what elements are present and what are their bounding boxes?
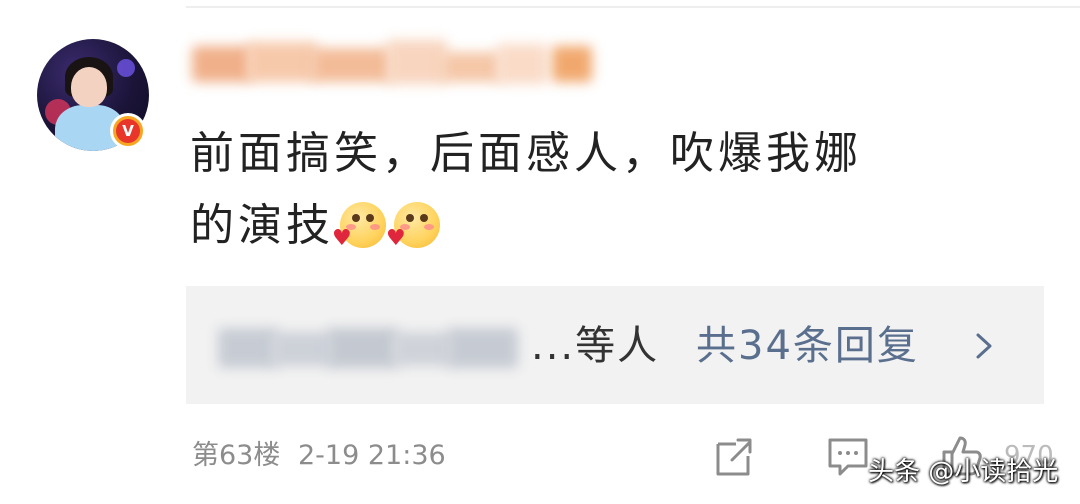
reply-count-link[interactable]: 共34条回复 xyxy=(696,320,919,372)
top-divider xyxy=(186,6,1080,8)
comment-line-2-text: 的演技 xyxy=(190,200,334,251)
comment-line-2: 的演技 ♥ ♥ xyxy=(190,190,1010,262)
heart-eyes-emoji-icon: ♥ xyxy=(386,200,442,250)
reply-suffix: ...等人 xyxy=(531,323,660,369)
verified-badge-icon: V xyxy=(110,113,146,149)
username-blurred[interactable] xyxy=(192,38,612,90)
comment-text: 前面搞笑，后面感人，吹爆我娜 的演技 ♥ ♥ xyxy=(190,118,1010,262)
watermark: 头条 @小读拾光 xyxy=(868,457,1059,487)
comment-card: V 前面搞笑，后面感人，吹爆我娜 的演技 ♥ ♥ ...等人 共34条回复 第63楼… xyxy=(0,0,1080,504)
floor-number: 第63楼 xyxy=(192,440,281,471)
comment-line-1: 前面搞笑，后面感人，吹爆我娜 xyxy=(190,128,862,179)
share-icon[interactable] xyxy=(710,432,758,480)
replies-preview[interactable]: ...等人 共34条回复 xyxy=(186,286,1044,404)
timestamp: 2-19 21:36 xyxy=(298,440,446,471)
chevron-right-icon[interactable] xyxy=(968,330,1000,362)
verified-badge-letter: V xyxy=(116,119,140,143)
reply-authors-blurred xyxy=(218,328,528,368)
heart-eyes-emoji-icon: ♥ xyxy=(332,200,388,250)
comment-icon[interactable] xyxy=(824,432,872,480)
